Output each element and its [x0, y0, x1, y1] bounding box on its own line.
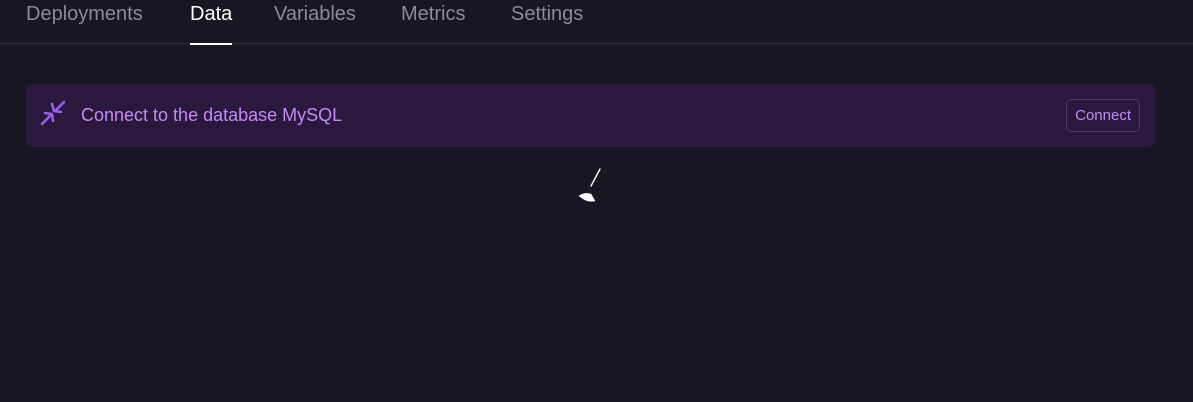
tab-bar: Deployments Data Variables Metrics Setti… [0, 0, 1193, 45]
tab-settings[interactable]: Settings [511, 0, 583, 44]
tab-variables[interactable]: Variables [274, 0, 356, 44]
banner-message: Connect to the database MySQL [81, 105, 343, 125]
connect-button[interactable]: Connect [1066, 99, 1140, 132]
loading-spinner-icon [575, 165, 605, 205]
tab-deployments[interactable]: Deployments [26, 0, 143, 44]
plug-connect-icon [39, 99, 67, 127]
tab-metrics[interactable]: Metrics [401, 0, 465, 44]
connect-database-banner: Connect to the database MySQL Connect [26, 84, 1155, 147]
tab-data[interactable]: Data [190, 0, 233, 45]
